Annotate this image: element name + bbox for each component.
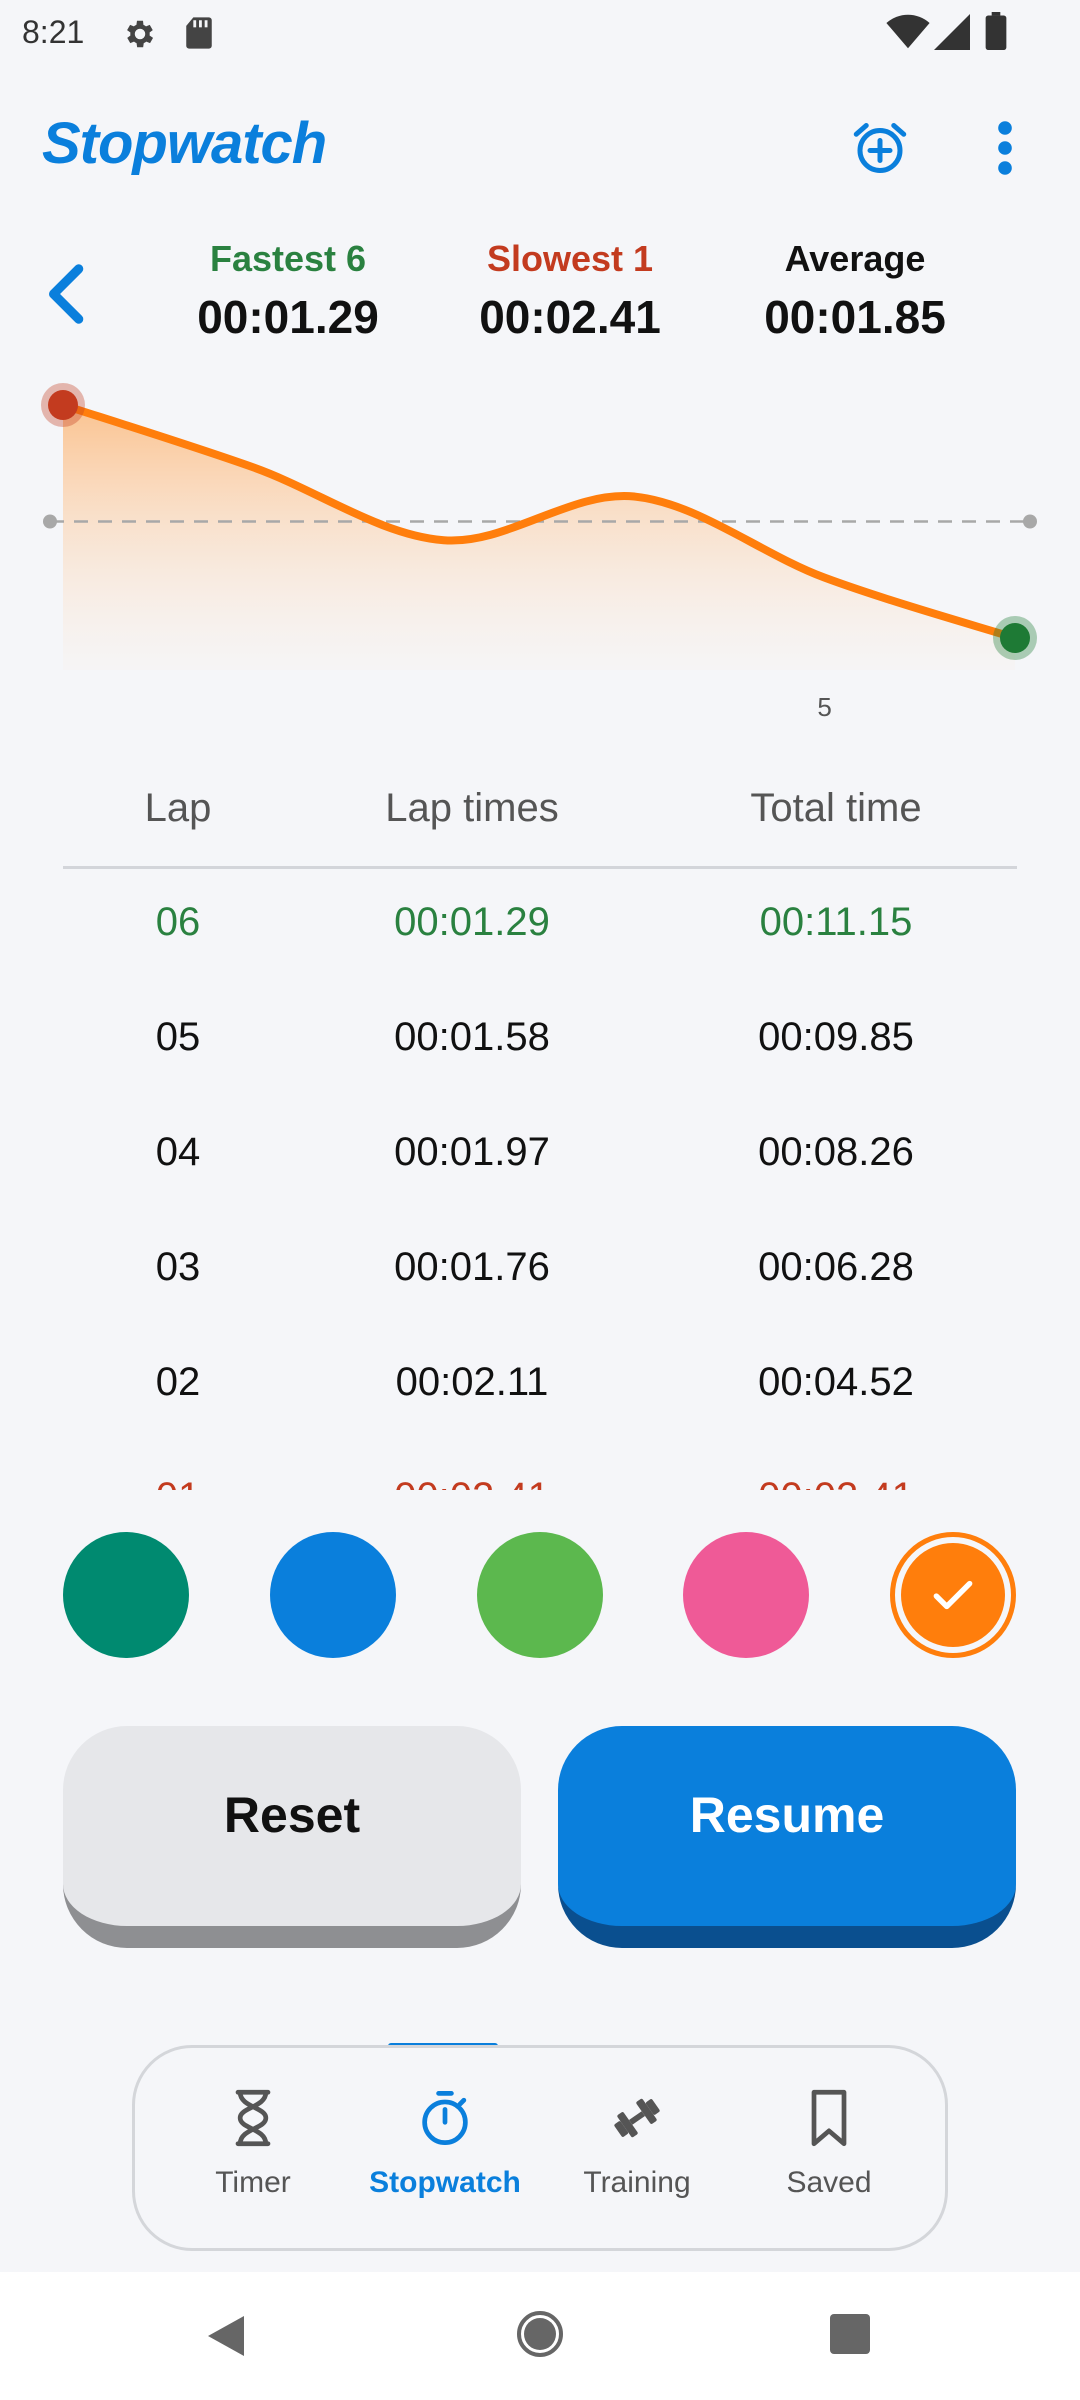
lap-number: 04 — [155, 1130, 201, 1174]
total-time: 00:08.26 — [758, 1130, 914, 1174]
lap-number: 06 — [155, 900, 201, 944]
nav-saved[interactable]: Saved — [739, 2088, 919, 2200]
fastest-stat: Fastest 6 00:01.29 — [158, 238, 418, 344]
slowest-label: Slowest 1 — [486, 238, 654, 279]
header-total-time: Total time — [750, 786, 922, 830]
chart-area-fill — [63, 405, 1015, 670]
slowest-value: 00:02.41 — [479, 291, 661, 343]
average-value: 00:01.85 — [764, 291, 946, 343]
more-vert-icon[interactable] — [990, 118, 1020, 178]
system-navigation-bar — [0, 2272, 1080, 2400]
reset-button[interactable]: Reset — [63, 1726, 521, 1948]
hourglass-icon — [235, 2089, 271, 2147]
lap-row: 01 00:02.41 00:02.41 — [0, 1445, 1080, 1490]
nav-training-label: Training — [583, 2166, 691, 2199]
lap-number: 02 — [155, 1360, 201, 1404]
lap-row: 05 00:01.58 00:09.85 — [0, 985, 1080, 1100]
slowest-point — [48, 390, 78, 420]
lap-row: 02 00:02.11 00:04.52 — [0, 1330, 1080, 1445]
nav-saved-label: Saved — [786, 2166, 872, 2199]
header-lap: Lap — [144, 786, 212, 830]
lap-time: 00:02.41 — [302, 1475, 642, 1490]
nav-stopwatch-label: Stopwatch — [369, 2166, 521, 2199]
lap-number: 05 — [155, 1015, 201, 1059]
resume-button[interactable]: Resume — [558, 1726, 1016, 1948]
nav-timer[interactable]: Timer — [163, 2088, 343, 2200]
header-lap-times: Lap times — [385, 786, 559, 830]
lap-time: 00:01.76 — [394, 1245, 550, 1289]
lap-number: 03 — [155, 1245, 201, 1289]
fastest-label: Fastest 6 — [209, 238, 367, 279]
chevron-left-icon[interactable] — [40, 262, 90, 326]
total-time: 00:11.15 — [759, 900, 913, 944]
total-time: 00:09.85 — [758, 1015, 914, 1059]
fastest-value: 00:01.29 — [197, 291, 379, 343]
gear-icon — [127, 20, 154, 48]
battery-icon — [985, 12, 1007, 50]
nav-training[interactable]: Training — [547, 2088, 727, 2200]
nav-stopwatch[interactable]: Stopwatch — [355, 2088, 535, 2200]
sd-card-icon — [186, 17, 212, 49]
lap-row: 04 00:01.97 00:08.26 — [0, 1100, 1080, 1215]
average-label: Average — [784, 238, 926, 279]
lap-row: 03 00:01.76 00:06.28 — [0, 1215, 1080, 1330]
alarm-add-icon[interactable] — [850, 118, 910, 178]
x-tick-label: 5 — [817, 692, 831, 722]
back-triangle-icon[interactable] — [204, 2312, 248, 2360]
lap-table-header: Lap Lap times Total time — [0, 786, 1080, 846]
lap-number: 01 — [8, 1475, 348, 1490]
average-stat: Average 00:01.85 — [725, 238, 985, 344]
dumbbell-icon — [614, 2098, 660, 2138]
check-icon — [933, 1580, 973, 1610]
color-swatch-pink[interactable] — [683, 1532, 809, 1658]
status-bar: 8:21 — [0, 0, 1080, 64]
fastest-point — [1000, 623, 1030, 653]
average-line-start-dot — [43, 514, 57, 529]
color-swatch-teal[interactable] — [63, 1532, 189, 1658]
stopwatch-icon — [422, 2091, 468, 2145]
average-line-end-dot — [1023, 514, 1037, 529]
lap-time-chart: 5 — [41, 383, 1037, 722]
lap-time: 00:02.11 — [395, 1360, 549, 1404]
lap-time: 00:01.29 — [394, 900, 550, 944]
nav-timer-label: Timer — [215, 2166, 291, 2199]
bookmark-icon — [811, 2089, 847, 2147]
bottom-navigation: Timer Stopwatch Training Saved — [132, 2045, 948, 2251]
lap-time: 00:01.58 — [394, 1015, 550, 1059]
app-title: Stopwatch — [42, 111, 327, 176]
slowest-stat: Slowest 1 00:02.41 — [440, 238, 700, 344]
table-divider — [63, 866, 1017, 869]
total-time: 00:02.41 — [666, 1475, 1006, 1490]
lap-list[interactable]: 06 00:01.29 00:11.15 05 00:01.58 00:09.8… — [0, 870, 1080, 1490]
lap-row: 06 00:01.29 00:11.15 — [0, 870, 1080, 985]
signal-icon — [934, 14, 970, 50]
total-time: 00:04.52 — [758, 1360, 914, 1404]
color-swatch-blue[interactable] — [270, 1532, 396, 1658]
home-circle-icon[interactable] — [516, 2310, 564, 2358]
wifi-icon — [886, 14, 930, 49]
recents-square-icon[interactable] — [830, 2314, 870, 2354]
color-swatch-green[interactable] — [477, 1532, 603, 1658]
status-time: 8:21 — [22, 14, 85, 50]
total-time: 00:06.28 — [758, 1245, 914, 1289]
lap-time: 00:01.97 — [394, 1130, 550, 1174]
